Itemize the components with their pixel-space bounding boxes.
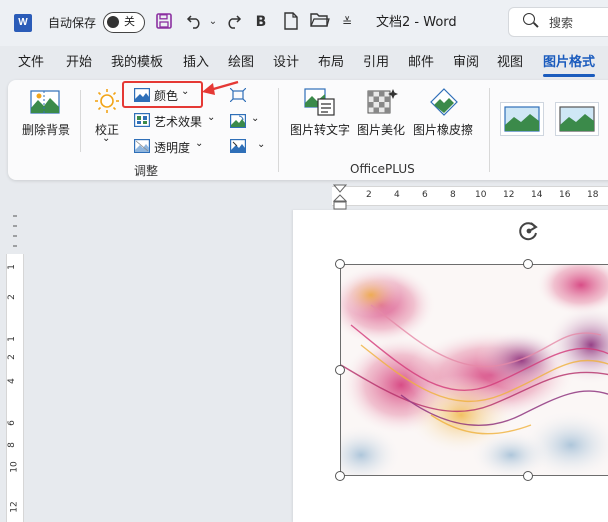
tab-design[interactable]: 设计 [273, 54, 299, 72]
picture-style-1[interactable] [500, 102, 544, 136]
officeplus-group-label: OfficePLUS [350, 162, 415, 176]
selected-picture[interactable] [340, 264, 608, 476]
picture-to-text-label[interactable]: 图片转文字 [290, 121, 350, 138]
ruler-number: 1 [6, 264, 17, 270]
bold-button[interactable]: B [253, 12, 269, 32]
artistic-effects-button[interactable]: 艺术效果 [154, 113, 202, 130]
indent-marker-icon[interactable] [333, 184, 347, 210]
tab-file[interactable]: 文件 [18, 54, 44, 72]
new-document-icon[interactable] [282, 12, 300, 32]
transparency-dropdown-icon[interactable]: ⌄ [195, 138, 203, 149]
ruler-number: 6 [422, 190, 428, 200]
picture-eraser-icon[interactable] [428, 87, 460, 117]
resize-handle-top-left[interactable] [335, 259, 345, 269]
rotate-handle-icon[interactable] [517, 219, 541, 243]
remove-background-icon[interactable] [30, 88, 60, 116]
artistic-effects-dropdown-icon[interactable]: ⌄ [207, 112, 215, 123]
search-placeholder: 搜索 [549, 16, 574, 30]
tab-layout[interactable]: 布局 [318, 54, 344, 72]
ruler-number: 12 [503, 190, 515, 200]
autosave-toggle[interactable]: 关 [103, 12, 145, 33]
ruler-number: 16 [559, 190, 571, 200]
save-icon[interactable] [154, 12, 174, 32]
change-picture-icon[interactable] [230, 114, 247, 129]
autosave-label: 自动保存 [48, 16, 97, 30]
tab-review[interactable]: 审阅 [453, 54, 479, 72]
resize-handle-bottom-middle[interactable] [523, 471, 533, 481]
ruler-number: 4 [394, 190, 400, 200]
active-tab-indicator [543, 74, 595, 77]
vertical-ruler-ticks [13, 215, 17, 247]
transparency-icon[interactable] [134, 139, 151, 154]
resize-handle-bottom-left[interactable] [335, 471, 345, 481]
change-picture-dropdown-icon[interactable]: ⌄ [251, 113, 259, 124]
ruler-number: 8 [6, 442, 17, 448]
ruler-number: 18 [587, 190, 599, 200]
picture-eraser-label[interactable]: 图片橡皮擦 [413, 121, 473, 138]
ribbon-tabs: 文件 开始 我的模板 插入 绘图 设计 布局 引用 邮件 审阅 视图 图片格式 [0, 48, 608, 76]
corrections-dropdown-icon[interactable]: ⌄ [102, 133, 110, 144]
folder-open-icon[interactable] [310, 12, 330, 32]
tab-draw[interactable]: 绘图 [228, 54, 254, 72]
compress-pictures-icon[interactable] [229, 87, 247, 103]
title-bar: W 自动保存 关 ⌄ B ≚ 文档2 - Word 搜索 [0, 0, 608, 46]
corrections-sun-icon[interactable] [92, 88, 122, 116]
document-title: 文档2 - Word [376, 15, 457, 30]
tab-picture-format[interactable]: 图片格式 [543, 54, 595, 72]
ribbon-separator [80, 90, 81, 152]
resize-handle-middle-left[interactable] [335, 365, 345, 375]
picture-style-2[interactable] [555, 102, 599, 136]
tab-home[interactable]: 开始 [66, 54, 92, 72]
picture-beautify-icon[interactable] [366, 87, 398, 117]
ruler-number: 10 [475, 190, 487, 200]
ribbon-separator [278, 88, 279, 172]
color-highlight-box [122, 81, 203, 108]
ruler-number: 10 [9, 461, 20, 473]
ruler-number: 4 [6, 378, 17, 384]
tab-references[interactable]: 引用 [363, 54, 389, 72]
tab-mailings[interactable]: 邮件 [408, 54, 434, 72]
search-box[interactable]: 搜索 [508, 7, 608, 37]
customize-toolbar-icon[interactable]: ≚ [340, 12, 354, 32]
autosave-state: 关 [124, 15, 135, 28]
artistic-effects-icon[interactable] [134, 113, 151, 128]
undo-dropdown-icon[interactable]: ⌄ [207, 12, 219, 32]
undo-icon[interactable] [184, 12, 206, 32]
ruler-number: 2 [6, 354, 17, 360]
tab-insert[interactable]: 插入 [183, 54, 209, 72]
transparency-button[interactable]: 透明度 [154, 139, 190, 156]
ruler-number: 6 [6, 420, 17, 426]
adjust-group-label: 调整 [134, 164, 159, 178]
tab-my-templates[interactable]: 我的模板 [111, 54, 163, 72]
abstract-artwork-image [341, 265, 608, 475]
ruler-number: 2 [6, 294, 17, 300]
search-icon [523, 13, 535, 25]
picture-beautify-label[interactable]: 图片美化 [357, 121, 405, 138]
remove-background-label[interactable]: 删除背景 [22, 121, 70, 138]
word-logo-icon: W [14, 14, 32, 32]
picture-to-text-icon[interactable] [304, 87, 336, 117]
reset-picture-icon[interactable] [230, 139, 247, 154]
ruler-number: 1 [6, 336, 17, 342]
ruler-number: 14 [531, 190, 543, 200]
redo-icon[interactable] [222, 12, 244, 32]
ruler-number: 12 [9, 501, 20, 513]
tab-view[interactable]: 视图 [497, 54, 523, 72]
ruler-number: 8 [450, 190, 456, 200]
toggle-knob [107, 16, 119, 28]
reset-picture-dropdown-icon[interactable]: ⌄ [257, 139, 265, 150]
ruler-number: 2 [366, 190, 372, 200]
resize-handle-top-middle[interactable] [523, 259, 533, 269]
ribbon-separator [489, 88, 490, 172]
